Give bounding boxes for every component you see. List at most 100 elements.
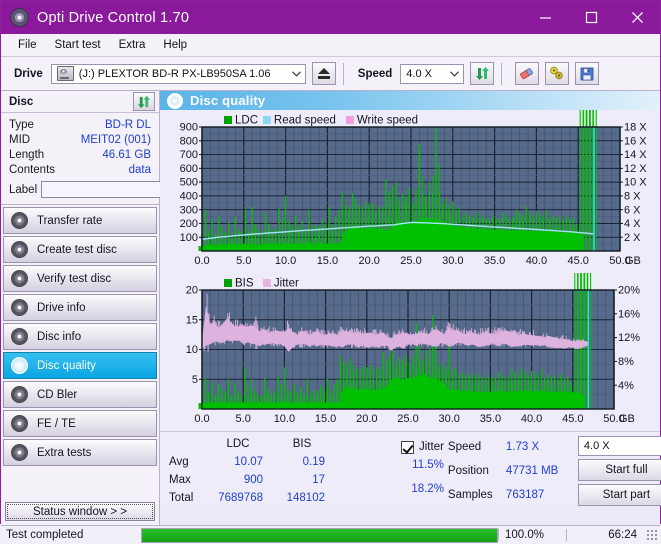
disc-row-mid: MID MEIT02 (001) [9,132,151,147]
sidebar-item-label: Disc quality [37,359,96,372]
disc-label-label: Label [9,183,38,196]
menu-extra[interactable]: Extra [110,37,155,53]
minimize-icon[interactable] [522,1,568,34]
sidebar-item-label: Drive info [37,301,86,314]
svg-text:8%: 8% [618,356,634,368]
disc-panel-header: Disc [1,91,159,113]
page-title: Disc quality [190,93,266,108]
disc-mid-label: MID [9,133,31,146]
disc-verify-icon [11,270,28,287]
svg-text:2 X: 2 X [624,232,641,244]
svg-text:10 X: 10 X [624,177,647,189]
menu-start-test[interactable]: Start test [46,37,110,53]
main-area: Disc Type BD-R DL MID MEIT02 (001) Lengt… [1,91,661,525]
svg-text:16%: 16% [618,308,640,320]
svg-text:45.0: 45.0 [567,255,588,267]
svg-text:0.0: 0.0 [194,255,209,267]
svg-text:4%: 4% [618,380,634,392]
stats-row-max-label: Max [169,473,191,486]
status-window-button[interactable]: Status window > > [5,502,155,521]
progress-percent: 100.0% [498,529,566,541]
drive-select-value: (J:) PLEXTOR BD-R PX-LB950SA 1.06 [78,67,271,80]
stats-max-ldc: 900 [243,473,263,486]
disc-quality-icon [167,92,183,109]
chevron-down-icon [657,443,661,449]
svg-text:BIS: BIS [235,278,254,290]
sidebar-nav: Transfer rate Create test disc Verify te… [1,205,159,468]
speed-label: Speed [357,67,393,80]
resize-grip[interactable] [646,529,658,541]
svg-text:800: 800 [180,135,198,147]
svg-text:Write speed: Write speed [357,115,418,127]
disc-row-contents: Contents data [9,162,151,177]
svg-text:25.0: 25.0 [397,413,418,425]
svg-text:6 X: 6 X [624,204,641,216]
speed-position-stats: Speed 1.73 X Position 47731 MB Samples 7… [448,435,578,506]
refresh-button[interactable] [470,62,495,85]
maximize-icon[interactable] [568,1,614,34]
close-icon[interactable] [614,1,660,34]
start-part-button[interactable]: Start part [577,484,661,506]
svg-text:Jitter: Jitter [274,278,299,290]
jitter-max-value: 18.2% [411,482,444,495]
disc-refresh-button[interactable] [133,92,155,111]
chevron-down-icon [446,70,463,77]
menu-file[interactable]: File [9,37,46,53]
sidebar-item-drive-info[interactable]: Drive info [3,294,157,321]
save-icon [580,67,594,80]
sidebar-item-label: Disc info [37,330,82,343]
svg-text:40.0: 40.0 [526,255,547,267]
window-controls [522,1,660,34]
samples-stat-label: Samples [447,488,493,501]
disc-quality-icon [11,357,28,374]
sidebar-item-disc-quality[interactable]: Disc quality [3,352,157,379]
svg-text:15.0: 15.0 [315,413,336,425]
jitter-checkbox[interactable] [401,440,414,454]
sidebar-item-verify-test-disc[interactable]: Verify test disc [3,265,157,292]
svg-text:35.0: 35.0 [480,413,501,425]
eject-button[interactable] [311,62,336,85]
sidebar-item-transfer-rate[interactable]: Transfer rate [3,207,157,234]
svg-text:200: 200 [180,218,198,230]
refresh-disc-icon [137,95,151,108]
sidebar-item-cd-bler[interactable]: CD Bler [3,381,157,408]
disc-contents-value: data [128,163,151,176]
sidebar-item-create-test-disc[interactable]: Create test disc [3,236,157,263]
svg-text:45.0: 45.0 [562,413,583,425]
svg-text:12 X: 12 X [624,163,647,175]
save-button[interactable] [575,62,600,85]
speed-select[interactable]: 4.0 X [400,63,465,84]
title-bar: Opti Drive Control 1.70 [1,1,660,34]
sidebar-item-label: CD Bler [37,388,78,401]
disc-length-label: Length [9,148,45,161]
sidebar-item-disc-info[interactable]: Disc info [3,323,157,350]
sidebar-item-fe-te[interactable]: FE / TE [3,410,157,437]
charts-container: LDC Read speed Write speed 100 200 300 400 500 6… [160,110,660,431]
drive-select[interactable]: (J:) PLEXTOR BD-R PX-LB950SA 1.06 [50,63,306,84]
svg-text:20%: 20% [618,285,640,297]
sidebar-item-label: Verify test disc [37,272,112,285]
jitter-toggle[interactable]: Jitter [401,435,444,459]
eraser-icon [520,67,534,79]
start-full-button[interactable]: Start full [577,459,661,481]
svg-text:18 X: 18 X [624,122,647,134]
svg-text:30.0: 30.0 [442,255,463,267]
window-title: Opti Drive Control 1.70 [37,9,190,26]
disc-panel-title: Disc [9,95,34,108]
disc-info-icon [11,328,28,345]
svg-text:10: 10 [186,344,198,356]
svg-text:300: 300 [180,204,198,216]
test-speed-select[interactable]: 4.0 X [577,436,661,456]
status-message: Test completed [6,529,84,541]
refresh-icon [475,67,489,80]
drive-info-icon [11,299,28,316]
jitter-label: Jitter [419,441,444,454]
erase-button[interactable] [515,62,540,85]
stats-avg-bis: 0.19 [302,455,325,468]
menu-help[interactable]: Help [154,37,196,53]
samples-stat-value: 763187 [505,488,545,501]
elapsed-time: 66:24 [566,529,646,541]
sidebar-item-extra-tests[interactable]: Extra tests [3,439,157,466]
tools-button[interactable] [545,62,570,85]
svg-text:25.0: 25.0 [400,255,421,267]
